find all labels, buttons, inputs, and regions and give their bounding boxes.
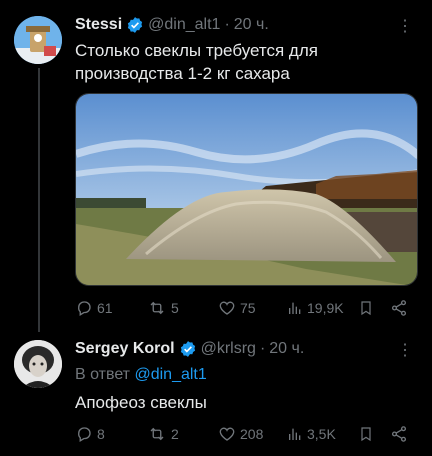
reply-context: В ответ @din_alt1 [75, 363, 207, 386]
retweet-count: 5 [171, 300, 179, 316]
tweet1-header: Stessi @din_alt1 · 20 ч. [75, 14, 269, 36]
tweet-photo[interactable] [75, 93, 418, 286]
tweet2-actions: 8 2 208 3,5K [75, 424, 418, 444]
bookmark-icon [361, 301, 371, 316]
tweet1-text: Столько свеклы требуется для производств… [75, 39, 318, 85]
retweet-icon [150, 427, 164, 441]
like-icon [219, 427, 235, 441]
separator: · [224, 16, 230, 33]
avatar-sergey-korol[interactable] [14, 340, 62, 388]
bookmark-button[interactable] [358, 299, 374, 317]
views-count: 19,9K [307, 300, 344, 316]
views-icon [289, 302, 301, 314]
share-icon [391, 300, 407, 316]
author-name[interactable]: Stessi [75, 16, 122, 34]
tweet2-text: Апофеоз свеклы [75, 393, 207, 412]
reply-prefix: В ответ [75, 366, 131, 383]
tweet1-actions: 61 5 75 19,9K [75, 298, 418, 318]
more-icon[interactable]: ⋮ [397, 340, 414, 360]
like-button[interactable]: 75 [218, 299, 256, 317]
tweet1-text-line1: Столько свеклы требуется для [75, 41, 318, 60]
more-icon[interactable]: ⋮ [397, 16, 414, 36]
thread-line [38, 68, 40, 332]
tweet2-header: Sergey Korol @krlsrg · 20 ч. [75, 338, 304, 360]
like-icon [219, 301, 235, 315]
reply-icon [78, 427, 91, 442]
views-button[interactable]: 19,9K [287, 300, 344, 316]
verified-icon [128, 17, 143, 33]
views-button[interactable]: 3,5K [287, 426, 336, 442]
reply-count: 8 [97, 426, 105, 442]
separator: · [259, 340, 266, 357]
timestamp[interactable]: 20 ч. [269, 340, 304, 358]
bookmark-button[interactable] [358, 425, 374, 443]
reply-icon [78, 301, 91, 316]
author-name[interactable]: Sergey Korol [75, 340, 175, 358]
author-handle[interactable]: @krlsrg [201, 340, 256, 358]
like-count: 75 [240, 300, 256, 316]
like-count: 208 [240, 426, 264, 442]
retweet-icon [150, 301, 164, 315]
author-handle[interactable]: @din_alt1 [148, 16, 220, 34]
retweet-button[interactable]: 2 [147, 425, 179, 443]
bookmark-icon [361, 427, 371, 442]
share-icon [391, 426, 407, 442]
verified-icon [180, 341, 195, 357]
retweet-count: 2 [171, 426, 179, 442]
reply-count: 61 [97, 300, 113, 316]
reply-to-link[interactable]: @din_alt1 [134, 366, 206, 383]
views-count: 3,5K [307, 426, 336, 442]
like-button[interactable]: 208 [218, 425, 263, 443]
reply-button[interactable]: 61 [75, 299, 113, 317]
retweet-button[interactable]: 5 [147, 299, 179, 317]
avatar-stessi[interactable] [14, 16, 62, 64]
views-icon [289, 428, 301, 440]
reply-button[interactable]: 8 [75, 425, 105, 443]
share-button[interactable] [390, 425, 408, 443]
timestamp[interactable]: 20 ч. [234, 16, 269, 34]
share-button[interactable] [390, 299, 408, 317]
tweet1-text-line2: производства 1-2 кг сахара [75, 64, 290, 83]
